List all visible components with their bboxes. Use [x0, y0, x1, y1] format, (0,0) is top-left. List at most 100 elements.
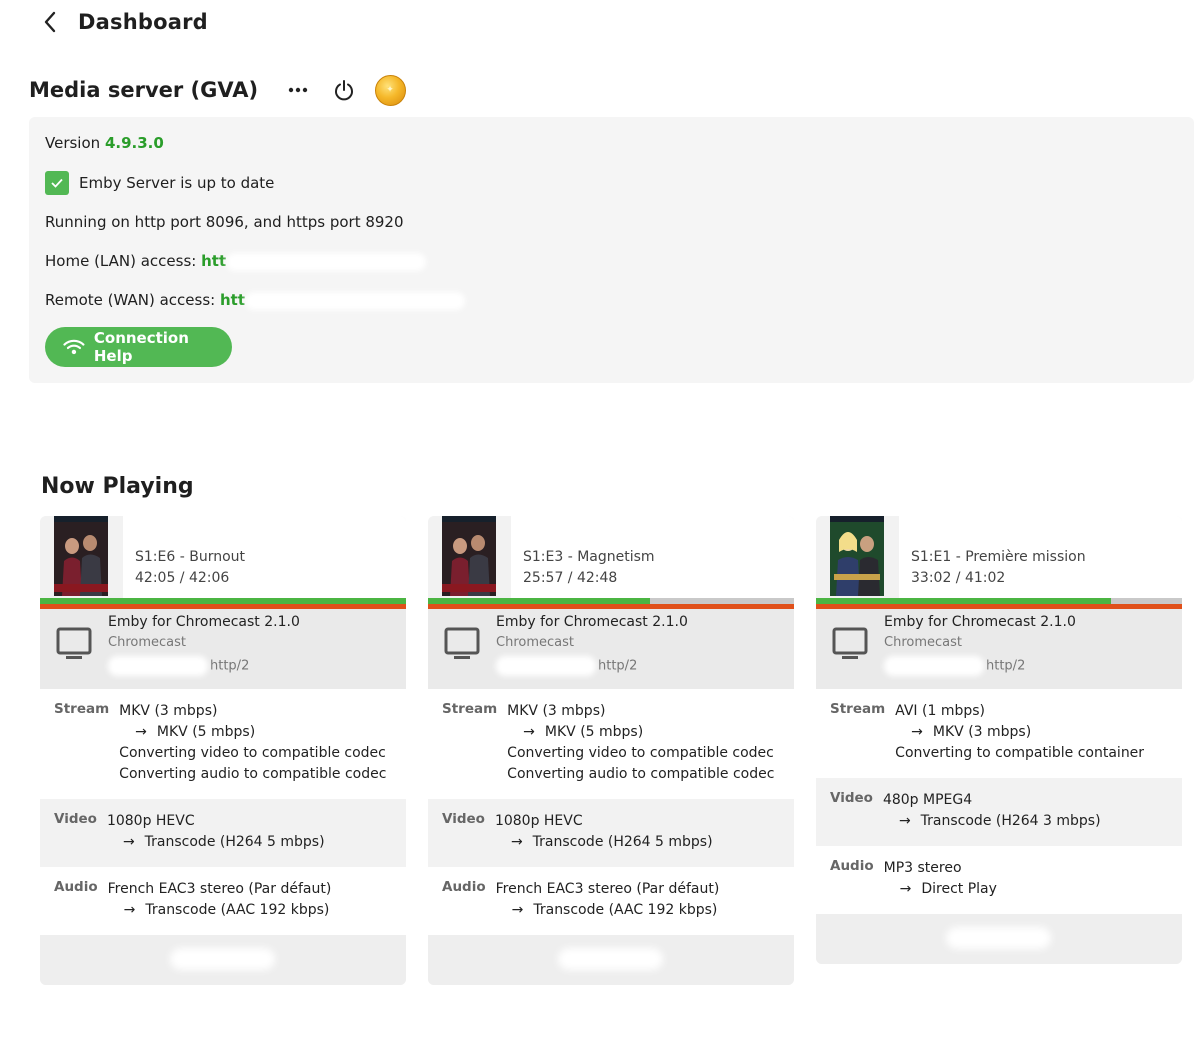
now-playing-title: Now Playing [41, 474, 194, 499]
connection-help-button[interactable]: Connection Help [45, 327, 232, 367]
playback-time: 25:57 / 42:48 [523, 570, 618, 586]
stream-source: MKV (3 mbps) [119, 703, 218, 719]
audio-source: MP3 stereo [883, 860, 962, 876]
device-type: Chromecast [884, 635, 962, 650]
device-info: Emby for Chromecast 2.1.0 Chromecast htt… [816, 609, 1182, 689]
stream-target: MKV (3 mbps) [911, 722, 1144, 743]
tv-icon [444, 627, 480, 659]
video-info: Video 480p MPEG4 Transcode (H264 3 mbps) [816, 778, 1182, 846]
video-target: Transcode (H264 5 mbps) [123, 832, 325, 853]
audio-target: Direct Play [900, 879, 997, 900]
progress-fill [40, 598, 406, 604]
premiere-badge-icon: ✦ [374, 74, 406, 106]
ip-redacted [884, 656, 984, 676]
tv-icon [56, 627, 92, 659]
user-footer [428, 935, 794, 985]
audio-label: Audio [442, 879, 486, 895]
audio-target: Transcode (AAC 192 kbps) [124, 900, 332, 921]
device-protocol-line: http/2 [496, 656, 637, 676]
audio-label: Audio [54, 879, 98, 895]
video-info: Video 1080p HEVC Transcode (H264 5 mbps) [428, 799, 794, 867]
device-info: Emby for Chromecast 2.1.0 Chromecast htt… [40, 609, 406, 689]
server-header: Media server (GVA) ✦ [29, 72, 420, 108]
video-source: 1080p HEVC [106, 813, 195, 829]
audio-source: French EAC3 stereo (Par défaut) [107, 881, 332, 897]
wifi-icon [63, 339, 85, 355]
audio-target: Transcode (AAC 192 kbps) [512, 900, 720, 921]
playback-progress [428, 598, 794, 604]
poster-thumbnail[interactable] [830, 516, 884, 596]
version-label: Version [45, 134, 105, 152]
video-label: Video [54, 811, 97, 827]
session-card[interactable]: S1:E3 - Magnetism 25:57 / 42:48 Emby for… [428, 516, 794, 985]
power-icon[interactable] [328, 74, 360, 106]
poster-thumbnail[interactable] [442, 516, 496, 596]
series-title-redacted [135, 528, 250, 544]
protocol: http/2 [986, 658, 1026, 674]
version-value: 4.9.3.0 [104, 134, 164, 152]
audio-info: Audio MP3 stereo Direct Play [816, 846, 1182, 914]
wan-url[interactable]: htt [220, 291, 245, 309]
progress-fill [816, 598, 1111, 604]
session-card[interactable]: S1:E6 - Burnout 42:05 / 42:06 Emby for C… [40, 516, 406, 985]
ip-redacted [496, 656, 596, 676]
device-type: Chromecast [108, 635, 186, 650]
top-bar: Dashboard [38, 6, 208, 38]
playback-progress [816, 598, 1182, 604]
audio-label: Audio [830, 858, 874, 874]
session-card[interactable]: S1:E1 - Première mission 33:02 / 41:02 E… [816, 516, 1182, 964]
user-footer [40, 935, 406, 985]
wan-access-line: Remote (WAN) access: htt [45, 291, 466, 310]
checkmark-icon [45, 171, 69, 195]
tv-icon [832, 627, 868, 659]
stream-label: Stream [830, 701, 886, 717]
playback-time: 33:02 / 41:02 [911, 570, 1006, 586]
update-status-line: Emby Server is up to date [45, 171, 274, 195]
username-redacted [946, 927, 1051, 949]
lan-label: Home (LAN) access: [45, 252, 202, 270]
version-line: Version 4.9.3.0 [45, 134, 164, 152]
server-info-panel: Version 4.9.3.0 Emby Server is up to dat… [29, 117, 1194, 383]
stream-reason: Converting to compatible container [895, 745, 1145, 761]
lan-url-redacted [226, 252, 427, 271]
video-info: Video 1080p HEVC Transcode (H264 5 mbps) [40, 799, 406, 867]
stream-label: Stream [54, 701, 110, 717]
connection-help-label: Connection Help [93, 329, 189, 365]
stream-reason: Converting audio to compatible codec [119, 766, 387, 782]
video-label: Video [442, 811, 485, 827]
device-app: Emby for Chromecast 2.1.0 [108, 614, 300, 630]
stream-source: AVI (1 mbps) [895, 703, 985, 719]
username-redacted [558, 948, 663, 970]
stream-reason: Converting video to compatible codec [119, 745, 386, 761]
more-options-icon[interactable] [282, 74, 314, 106]
stream-info: Stream AVI (1 mbps) MKV (3 mbps) Convert… [816, 689, 1182, 778]
device-protocol-line: http/2 [884, 656, 1025, 676]
stream-info: Stream MKV (3 mbps) MKV (5 mbps) Convert… [428, 689, 794, 799]
video-target: Transcode (H264 5 mbps) [511, 832, 713, 853]
protocol: http/2 [210, 658, 250, 674]
stream-source: MKV (3 mbps) [507, 703, 606, 719]
lan-url[interactable]: htt [201, 252, 226, 270]
device-type: Chromecast [496, 635, 574, 650]
update-status-text: Emby Server is up to date [79, 174, 275, 192]
audio-info: Audio French EAC3 stereo (Par défaut) Tr… [428, 867, 794, 935]
device-app: Emby for Chromecast 2.1.0 [884, 614, 1076, 630]
device-protocol-line: http/2 [108, 656, 249, 676]
episode-title[interactable]: S1:E1 - Première mission [911, 549, 1086, 565]
video-target: Transcode (H264 3 mbps) [899, 811, 1101, 832]
back-arrow-icon[interactable] [38, 10, 62, 34]
page-title: Dashboard [78, 10, 208, 34]
episode-title[interactable]: S1:E6 - Burnout [135, 549, 245, 565]
series-title-redacted [523, 528, 638, 544]
wan-url-redacted [245, 291, 466, 310]
stream-target: MKV (5 mbps) [135, 722, 386, 743]
server-name: Media server (GVA) [29, 78, 259, 102]
protocol: http/2 [598, 658, 638, 674]
stream-reason: Converting audio to compatible codec [507, 766, 775, 782]
episode-title[interactable]: S1:E3 - Magnetism [523, 549, 655, 565]
session-header: S1:E1 - Première mission 33:02 / 41:02 [816, 516, 1182, 598]
video-source: 1080p HEVC [494, 813, 583, 829]
premiere-coin-icon[interactable]: ✦ [374, 74, 406, 106]
device-app: Emby for Chromecast 2.1.0 [496, 614, 688, 630]
poster-thumbnail[interactable] [54, 516, 108, 596]
